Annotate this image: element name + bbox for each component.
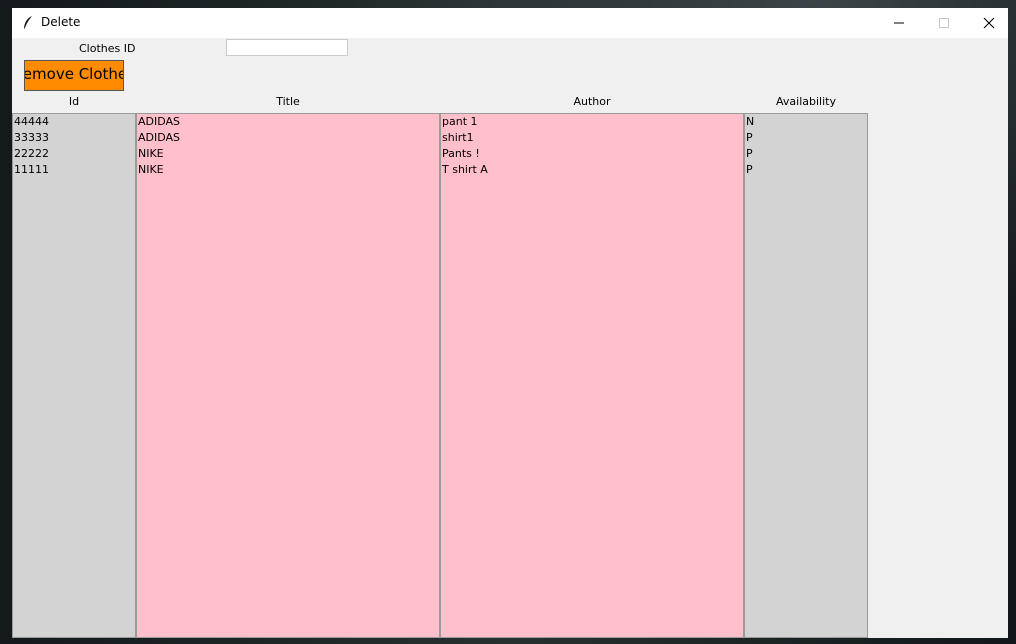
- header-author: Author: [573, 95, 611, 108]
- close-button[interactable]: [966, 8, 1008, 38]
- clothes-id-input[interactable]: [226, 39, 348, 56]
- list-item[interactable]: ADIDAS: [137, 130, 439, 146]
- header-id: Id: [68, 95, 80, 108]
- delete-window: Delete Clothes ID Remove Clothes Id Titl…: [12, 8, 1008, 638]
- list-item[interactable]: NIKE: [137, 162, 439, 178]
- close-icon: [983, 17, 995, 29]
- list-item[interactable]: P: [745, 162, 867, 178]
- remove-clothes-button[interactable]: Remove Clothes: [24, 60, 124, 91]
- list-item[interactable]: 11111: [13, 162, 135, 178]
- maximize-button[interactable]: [921, 8, 967, 38]
- window-title: Delete: [41, 15, 81, 29]
- maximize-icon: [939, 18, 949, 28]
- list-item[interactable]: 33333: [13, 130, 135, 146]
- availability-listbox[interactable]: N P P P: [744, 113, 868, 638]
- clothes-id-label: Clothes ID: [79, 42, 136, 55]
- author-listbox[interactable]: pant 1 shirt1 Pants ! T shirt A: [440, 113, 744, 638]
- list-item[interactable]: 22222: [13, 146, 135, 162]
- minimize-icon: [894, 22, 904, 24]
- title-bar: Delete: [12, 8, 1008, 38]
- list-item[interactable]: P: [745, 146, 867, 162]
- id-listbox[interactable]: 44444 33333 22222 11111: [12, 113, 136, 638]
- list-item[interactable]: pant 1: [441, 114, 743, 130]
- list-item[interactable]: N: [745, 114, 867, 130]
- list-item[interactable]: NIKE: [137, 146, 439, 162]
- list-item[interactable]: shirt1: [441, 130, 743, 146]
- list-item[interactable]: 44444: [13, 114, 135, 130]
- header-availability: Availability: [776, 95, 836, 108]
- list-item[interactable]: Pants !: [441, 146, 743, 162]
- remove-clothes-label: Remove Clothes: [24, 65, 123, 83]
- header-title: Title: [276, 95, 300, 108]
- minimize-button[interactable]: [876, 8, 922, 38]
- list-item[interactable]: T shirt A: [441, 162, 743, 178]
- title-listbox[interactable]: ADIDAS ADIDAS NIKE NIKE: [136, 113, 440, 638]
- list-item[interactable]: ADIDAS: [137, 114, 439, 130]
- feather-icon: [23, 16, 32, 31]
- list-item[interactable]: P: [745, 130, 867, 146]
